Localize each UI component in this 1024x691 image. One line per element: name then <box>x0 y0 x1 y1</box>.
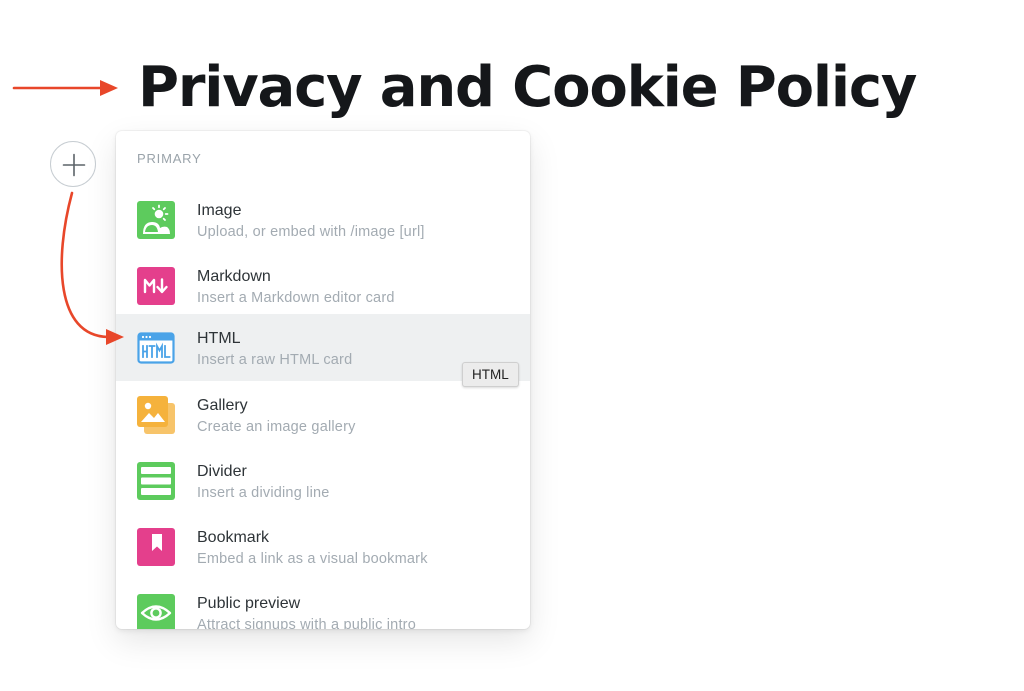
menu-item-public-preview[interactable]: Public preview Attract signups with a pu… <box>116 579 530 629</box>
menu-item-title: Divider <box>197 463 247 480</box>
markdown-icon <box>137 267 175 305</box>
menu-item-title: Bookmark <box>197 529 270 546</box>
menu-item-title: Image <box>197 202 242 219</box>
html-icon <box>137 329 175 367</box>
menu-item-description: Attract signups with a public intro <box>197 617 416 629</box>
menu-item-divider[interactable]: Divider Insert a dividing line <box>116 447 530 513</box>
menu-section-label: PRIMARY <box>137 151 202 166</box>
add-card-button[interactable] <box>50 141 96 187</box>
menu-item-description: Insert a Markdown editor card <box>197 290 395 306</box>
plus-icon <box>62 153 86 177</box>
menu-item-title: HTML <box>197 330 241 347</box>
bookmark-icon <box>137 528 175 566</box>
menu-item-description: Insert a raw HTML card <box>197 352 353 368</box>
page-title[interactable]: Privacy and Cookie Policy <box>138 50 917 126</box>
gallery-icon <box>137 396 175 434</box>
title-arrow-icon <box>12 80 118 96</box>
html-tooltip: HTML <box>462 362 519 387</box>
eye-icon <box>137 594 175 629</box>
divider-icon <box>137 462 175 500</box>
menu-item-title: Public preview <box>197 595 301 612</box>
menu-item-description: Create an image gallery <box>197 419 356 435</box>
menu-item-title: Gallery <box>197 397 248 414</box>
menu-item-title: Markdown <box>197 268 271 285</box>
editor-canvas: Privacy and Cookie Policy PRIMARY Image … <box>0 0 1024 691</box>
html-arrow-icon <box>60 191 124 345</box>
menu-item-markdown[interactable]: Markdown Insert a Markdown editor card <box>116 252 530 318</box>
menu-item-image[interactable]: Image Upload, or embed with /image [url] <box>116 186 530 252</box>
menu-item-description: Insert a dividing line <box>197 485 330 501</box>
image-icon <box>137 201 175 239</box>
menu-item-description: Upload, or embed with /image [url] <box>197 224 425 240</box>
menu-item-bookmark[interactable]: Bookmark Embed a link as a visual bookma… <box>116 513 530 579</box>
menu-item-description: Embed a link as a visual bookmark <box>197 551 428 567</box>
menu-item-gallery[interactable]: Gallery Create an image gallery <box>116 381 530 447</box>
